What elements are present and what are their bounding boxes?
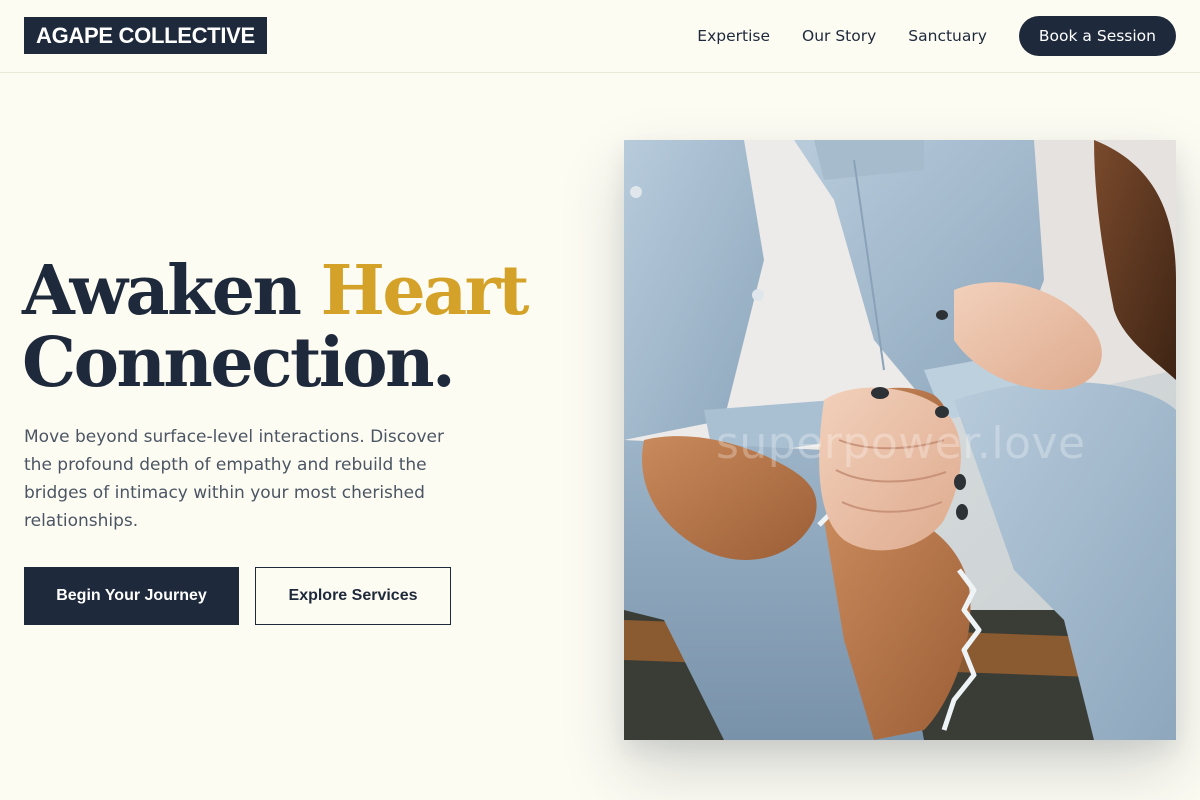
hero-title-accent: Heart xyxy=(320,251,530,331)
hero-title-line-1: Awaken Heart xyxy=(22,255,529,327)
hero-title-line-2: Connection. xyxy=(22,323,456,403)
main-nav: Expertise Our Story Sanctuary Book a Ses… xyxy=(697,16,1176,56)
nav-link-our-story[interactable]: Our Story xyxy=(802,27,876,45)
hero-title-word: Awaken xyxy=(22,251,321,331)
explore-services-button[interactable]: Explore Services xyxy=(255,567,451,625)
begin-journey-button[interactable]: Begin Your Journey xyxy=(24,567,239,625)
nav-link-sanctuary[interactable]: Sanctuary xyxy=(908,27,987,45)
hero-image: superpower.love xyxy=(624,140,1176,740)
site-header: AGAPE COLLECTIVE Expertise Our Story San… xyxy=(0,0,1200,73)
site-logo[interactable]: AGAPE COLLECTIVE xyxy=(24,17,267,54)
hero-description: Move beyond surface-level interactions. … xyxy=(24,427,444,531)
book-session-button[interactable]: Book a Session xyxy=(1018,16,1176,56)
image-watermark: superpower.love xyxy=(716,418,1086,469)
nav-link-expertise[interactable]: Expertise xyxy=(697,27,770,45)
hero-title: Awaken Heart Connection. xyxy=(22,255,529,403)
